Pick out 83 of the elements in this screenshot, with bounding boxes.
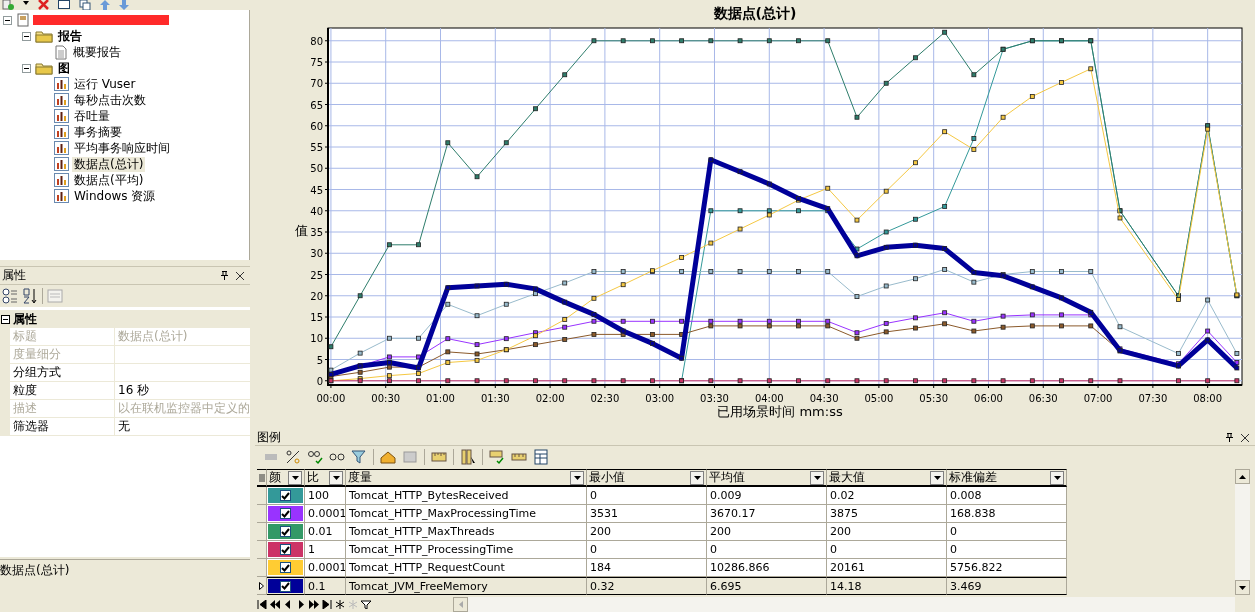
x-tick-label: 05:00 (864, 393, 894, 404)
panel-title: 属性 (2, 267, 26, 284)
y-tick-label: 40 (310, 205, 323, 217)
y-tick-label: 15 (310, 312, 323, 323)
table-cell: 0 (947, 541, 1067, 559)
y-tick-label: 10 (310, 333, 323, 345)
property-name: 度量细分 (10, 346, 115, 364)
x-tick-label: 07:00 (1083, 393, 1113, 404)
table-cell: 5756.822 (947, 559, 1067, 577)
x-tick-label: 00:30 (371, 393, 401, 404)
x-tick-label: 03:30 (700, 393, 729, 404)
table-cell: 3531 (587, 505, 707, 523)
x-axis-title: 已用场景时间 mm:ss (717, 404, 843, 419)
table-cell: 0.0001 (305, 505, 346, 523)
x-tick-label: 02:00 (535, 393, 565, 404)
y-tick-label: 75 (310, 57, 323, 68)
table-cell: 0.0001 (305, 559, 346, 577)
property-name: 描述 (10, 400, 115, 418)
table-cell: 20161 (827, 559, 947, 577)
chart-title: 数据点(总计) (713, 5, 797, 21)
y-tick-label: 70 (310, 78, 323, 90)
property-name: 标题 (10, 328, 115, 346)
x-tick-label: 08:00 (1193, 393, 1223, 404)
x-tick-label: 03:00 (645, 393, 675, 404)
x-tick-label: 02:30 (590, 393, 620, 404)
table-cell: 3875 (827, 505, 947, 523)
property-name: 分组方式 (10, 364, 115, 382)
table-cell: Tomcat_JVM_FreeMemory (346, 577, 587, 595)
x-tick-label: 04:00 (754, 393, 784, 404)
y-tick-label: 45 (310, 184, 323, 196)
table-cell: Tomcat_HTTP_MaxThreads (346, 523, 587, 541)
table-cell: Tomcat_HTTP_BytesReceived (346, 487, 587, 505)
table-cell: 3670.17 (707, 505, 827, 523)
table-cell: 200 (827, 523, 947, 541)
table-cell: 168.838 (947, 505, 1067, 523)
table-cell: 0 (947, 523, 1067, 541)
y-tick-label: 80 (310, 35, 323, 47)
y-tick-label: 5 (316, 354, 323, 366)
table-cell: 184 (587, 559, 707, 577)
table-cell: Tomcat_HTTP_RequestCount (346, 559, 587, 577)
x-tick-label: 04:30 (809, 393, 839, 404)
y-tick-label: 60 (310, 120, 323, 132)
y-tick-label: 55 (310, 142, 323, 153)
property-name: 筛选器 (10, 418, 115, 436)
x-tick-label: 05:30 (919, 393, 949, 404)
x-tick-label: 00:00 (316, 393, 346, 404)
y-tick-label: 65 (310, 99, 323, 111)
panel-title: 图例 (257, 429, 281, 446)
y-axis-title: 值 (294, 223, 308, 238)
table-cell: 1 (305, 541, 346, 559)
table-cell: 0 (587, 541, 707, 559)
table-cell: 0.1 (305, 577, 346, 595)
table-cell: Tomcat_HTTP_ProcessingTime (346, 541, 587, 559)
y-tick-label: 35 (310, 227, 323, 238)
table-cell: 0.02 (827, 487, 947, 505)
y-tick-label: 30 (310, 248, 323, 260)
x-tick-label: 01:30 (480, 393, 510, 404)
table-cell: 0.008 (947, 487, 1067, 505)
property-name: 粒度 (10, 382, 115, 400)
table-cell: 0 (707, 541, 827, 559)
y-tick-label: 20 (310, 290, 323, 302)
table-cell: 100 (305, 487, 346, 505)
x-tick-label: 06:00 (974, 393, 1003, 404)
x-tick-label: 07:30 (1138, 393, 1168, 404)
table-cell: 200 (587, 523, 707, 541)
table-cell: Tomcat_HTTP_MaxProcessingTime (346, 505, 587, 523)
status-text: 数据点(总计) (0, 559, 250, 580)
table-cell: 200 (707, 523, 827, 541)
table-cell: 0.009 (707, 487, 827, 505)
table-cell: 0.32 (587, 577, 707, 595)
table-cell: 6.695 (707, 577, 827, 595)
table-cell: 3.469 (947, 577, 1067, 595)
x-tick-label: 01:00 (426, 393, 455, 404)
table-cell: 0.01 (305, 523, 346, 541)
table-cell: 0 (827, 541, 947, 559)
y-tick-label: 0 (316, 375, 323, 387)
table-cell: 0 (587, 487, 707, 505)
x-tick-label: 06:30 (1028, 393, 1058, 404)
property-group-label: 属性 (13, 310, 37, 328)
y-tick-label: 50 (310, 163, 323, 175)
table-cell: 10286.866 (707, 559, 827, 577)
table-cell: 14.18 (827, 577, 947, 595)
y-tick-label: 25 (310, 269, 323, 281)
